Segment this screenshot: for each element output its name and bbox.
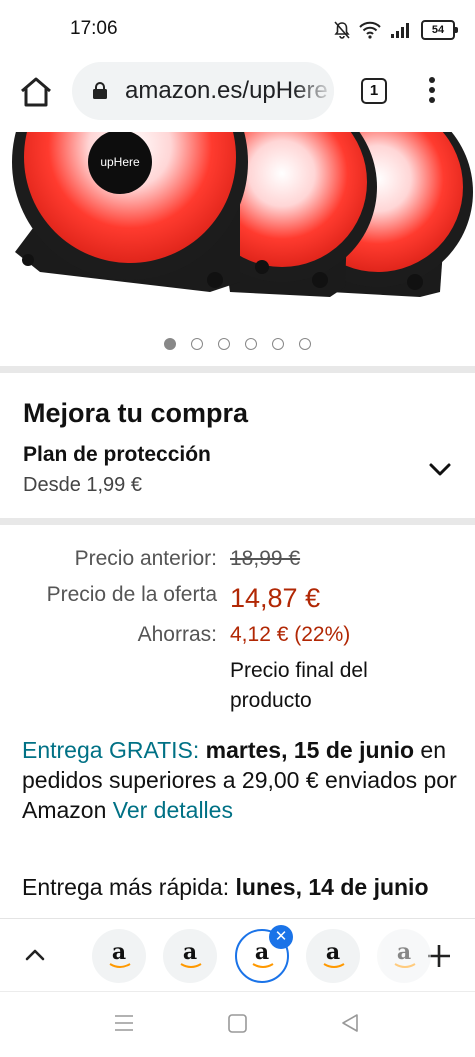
lock-icon [93,82,107,99]
previous-price: 18,99 € [230,547,301,570]
carousel-dot[interactable] [245,338,257,350]
savings-row: Ahorras: 4,12 € (22%) [0,623,475,653]
divider [0,518,475,525]
tab-thumbnail[interactable]: a [92,929,146,983]
amazon-logo-icon: a [109,939,131,968]
protection-plan-title[interactable]: Plan de protección [23,443,211,467]
status-time: 17:06 [70,18,118,39]
amazon-logo-icon: a [252,939,274,968]
amazon-logo-icon: a [394,939,416,968]
fast-delivery-label: Entrega más rápida: [22,874,230,900]
fast-delivery-date: lunes, 14 de junio [235,874,429,900]
home-nav-icon[interactable] [228,1014,247,1033]
deal-price: 14,87 € [230,583,321,613]
status-icons: 54 [334,18,458,42]
carousel-dot[interactable] [191,338,203,350]
menu-icon[interactable] [114,1014,134,1032]
tab-thumbnail[interactable]: a [377,929,431,983]
free-delivery-label: Entrega GRATIS: [22,737,200,763]
chevron-up-icon[interactable] [22,947,48,963]
amazon-logo-icon: a [323,939,345,968]
wifi-icon [359,21,381,39]
free-delivery-message: Entrega GRATIS: martes, 15 de junio en p… [22,735,462,825]
carousel-dot[interactable] [299,338,311,350]
deal-price-row: Precio de la oferta 14,87 € [0,583,475,613]
savings-label: Ahorras: [137,623,217,646]
back-icon[interactable] [340,1013,360,1033]
home-icon[interactable] [18,74,54,110]
previous-price-label: Precio anterior: [74,547,217,570]
carousel-dot[interactable] [218,338,230,350]
browser-toolbar: amazon.es/upHere 1 [0,56,475,132]
tab-strip: a a a ✕ a a [0,918,475,991]
fan-front: upHere [12,132,248,292]
url-bar[interactable]: amazon.es/upHere [72,62,334,120]
bell-off-icon [334,21,350,39]
protection-plan-price: Desde 1,99 € [23,474,142,496]
close-tab-icon[interactable]: ✕ [269,925,293,949]
image-carousel-dots[interactable] [0,338,475,356]
final-price-note: Precio final del producto [230,659,368,712]
status-bar: 17:06 54 [0,0,475,56]
upgrade-title: Mejora tu compra [23,398,249,428]
free-delivery-date: martes, 15 de junio [205,737,415,763]
more-vert-icon[interactable] [422,74,442,108]
url-fade [294,62,334,120]
battery-icon: 54 [421,20,458,40]
amazon-logo-icon: a [180,939,202,968]
savings-value: 4,12 € (22%) [230,623,351,646]
tab-thumbnail[interactable]: a ✕ [235,925,293,983]
product-fans-image: upHere [12,132,473,297]
previous-price-row: Precio anterior: 18,99 € [0,547,475,577]
carousel-dot[interactable] [272,338,284,350]
carousel-dot[interactable] [164,338,176,350]
deal-price-label: Precio de la oferta [46,583,217,606]
brand-logo: upHere [100,155,140,169]
product-image[interactable]: upHere [0,132,475,332]
tab-count-button[interactable]: 1 [361,78,387,104]
system-nav-bar [0,991,475,1057]
divider [0,366,475,373]
tab-thumbnail[interactable]: a [306,929,360,983]
signal-icon [391,23,409,38]
fast-delivery-message: Entrega más rápida: lunes, 14 de junio [22,872,462,902]
tab-thumbnail[interactable]: a [163,929,217,983]
chevron-down-icon[interactable] [428,462,452,478]
details-link[interactable]: Ver detalles [113,797,233,823]
